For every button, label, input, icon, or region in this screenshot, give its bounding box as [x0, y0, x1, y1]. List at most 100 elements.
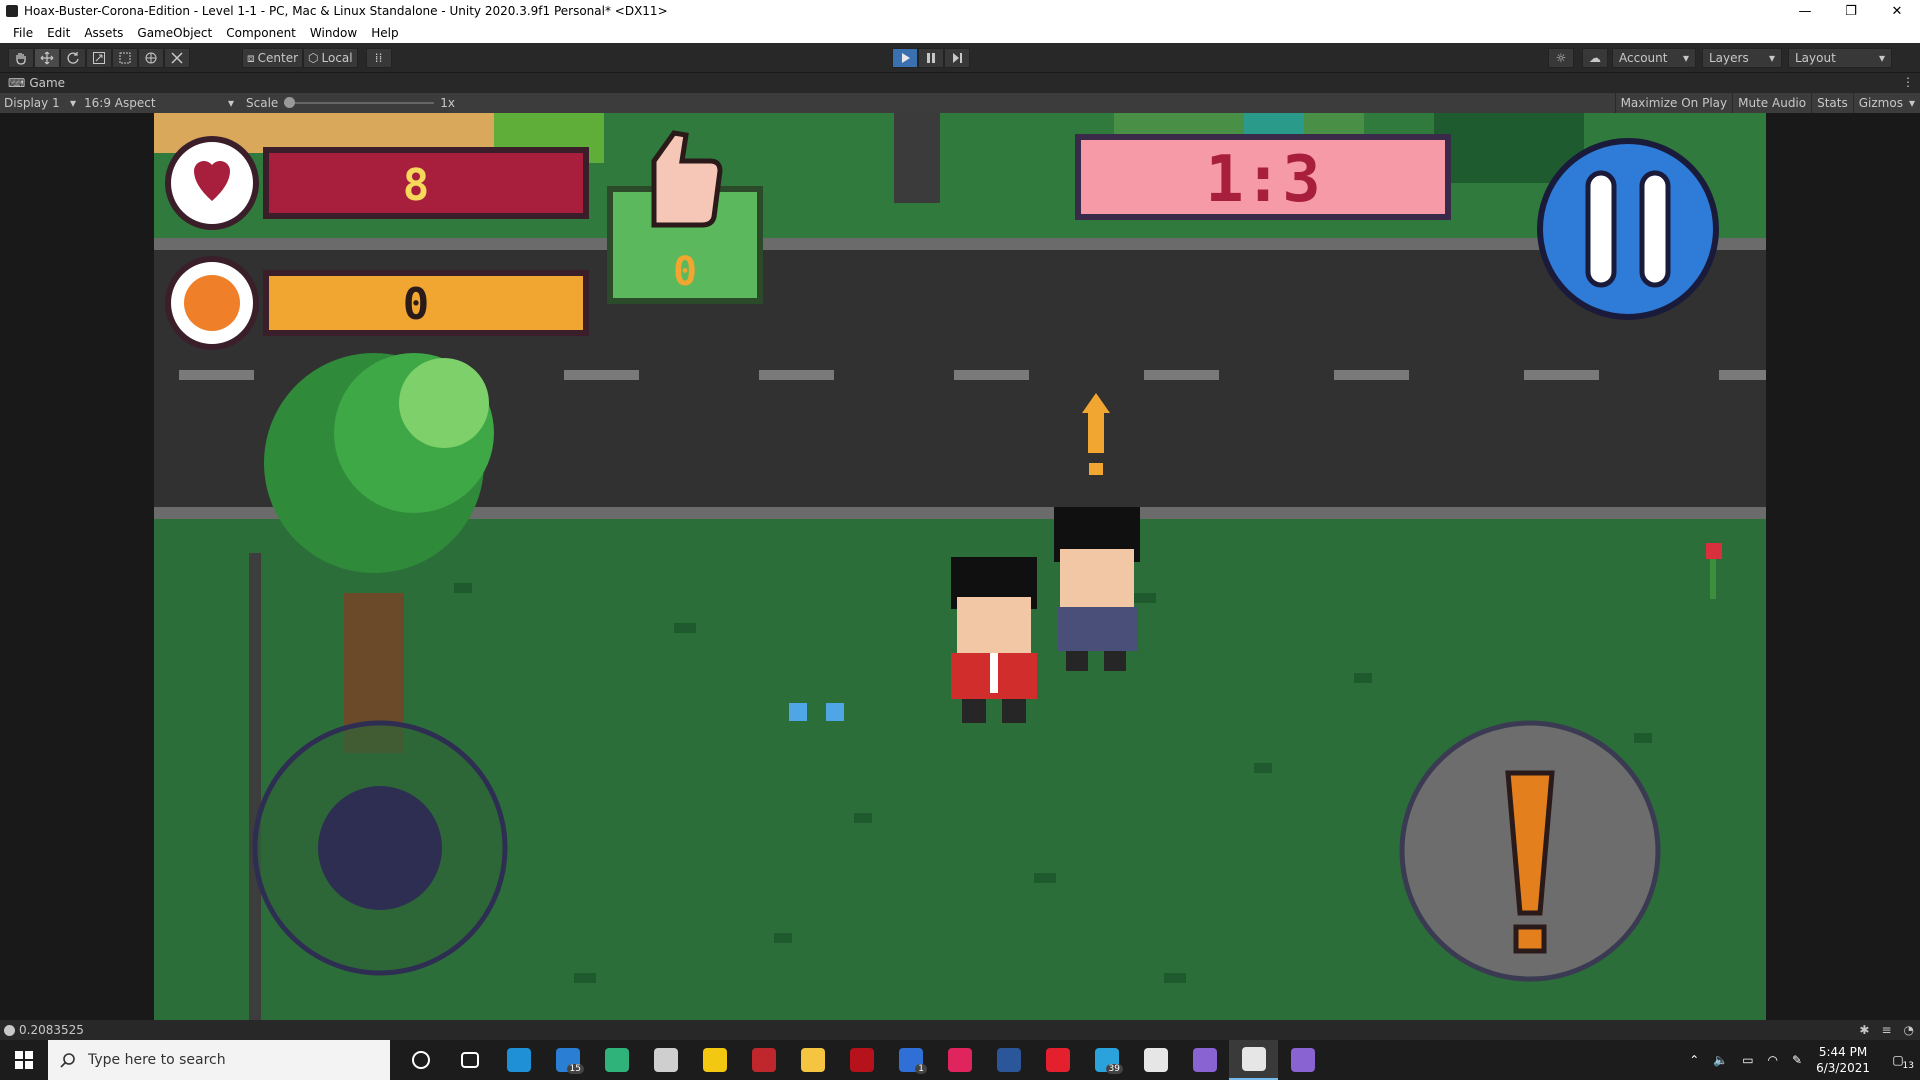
account-dropdown[interactable]: Account ▾ [1612, 48, 1696, 68]
taskbar-app-opera-gx[interactable] [935, 1040, 984, 1080]
mute-audio-toggle[interactable]: Mute Audio [1732, 93, 1811, 113]
minimize-button[interactable]: — [1782, 0, 1828, 22]
pivot-mode-button[interactable]: ⧈ Center [242, 48, 304, 68]
tab-game[interactable]: ⌨ Game [0, 73, 74, 93]
menu-component[interactable]: Component [219, 26, 303, 40]
scale-tool-button[interactable] [86, 48, 112, 68]
step-button[interactable] [944, 48, 970, 68]
clock[interactable]: 5:44 PM 6/3/2021 [1816, 1044, 1870, 1076]
game-canvas[interactable]: 8 0 0 1:3 [154, 113, 1766, 1020]
taskbar-app-store[interactable] [641, 1040, 690, 1080]
start-button[interactable] [0, 1040, 48, 1080]
taskbar-app-todo[interactable]: 1 [886, 1040, 935, 1080]
taskbar-app-sticky-notes[interactable] [690, 1040, 739, 1080]
layers-label: Layers [1709, 51, 1749, 65]
wifi-icon[interactable]: ◠ [1768, 1053, 1778, 1067]
custom-tool-button[interactable] [164, 48, 190, 68]
maximize-button[interactable]: ❐ [1828, 0, 1874, 22]
menu-help[interactable]: Help [364, 26, 405, 40]
volume-icon[interactable]: 🔈 [1713, 1053, 1728, 1067]
hand-tool-button[interactable] [8, 48, 34, 68]
menu-edit[interactable]: Edit [40, 26, 77, 40]
gitkraken-icon [604, 1048, 629, 1072]
rect-tool-button[interactable] [112, 48, 138, 68]
taskbar-search-box[interactable]: Type here to search [48, 1040, 390, 1080]
taskbar-app-task-view[interactable] [445, 1040, 494, 1080]
taskbar-app-opera[interactable] [1033, 1040, 1082, 1080]
notification-count: 13 [1902, 1061, 1914, 1071]
layers-dropdown[interactable]: Layers ▾ [1702, 48, 1782, 68]
aspect-label: 16:9 Aspect [84, 96, 156, 110]
action-button[interactable] [1399, 720, 1661, 982]
pause-button[interactable] [1537, 138, 1719, 320]
taskbar-app-gitkraken[interactable] [592, 1040, 641, 1080]
kebab-menu-icon[interactable]: ⋮ [1902, 75, 1914, 89]
taskbar-app-visual-studio[interactable] [1278, 1040, 1327, 1080]
file-explorer-icon [800, 1048, 825, 1072]
coin-icon [184, 275, 240, 331]
gizmos-label: Gizmos [1858, 96, 1903, 110]
menu-assets[interactable]: Assets [77, 26, 130, 40]
play-button[interactable] [892, 48, 918, 68]
taskbar-app-unity[interactable] [1229, 1040, 1278, 1080]
stack-icon[interactable]: ≡ [1881, 1023, 1891, 1037]
rect-icon [119, 52, 131, 64]
road-curb-top [154, 238, 1766, 250]
bug-icon[interactable]: ✱ [1859, 1023, 1869, 1037]
taskbar-app-cortana[interactable] [396, 1040, 445, 1080]
npc-character [1054, 507, 1140, 671]
battery-icon[interactable]: ▭ [1742, 1053, 1753, 1067]
taskbar-app-telegram[interactable]: 39 [1082, 1040, 1131, 1080]
scale-value: 1x [440, 96, 456, 110]
display-dropdown[interactable]: Display 1 ▾ [0, 96, 80, 110]
pause-editor-button[interactable] [918, 48, 944, 68]
gizmos-dropdown[interactable]: Gizmos ▾ [1852, 93, 1920, 113]
taskbar-app-github[interactable] [1180, 1040, 1229, 1080]
maximize-on-play-toggle[interactable]: Maximize On Play [1614, 93, 1733, 113]
progress-icon[interactable]: ◔ [1904, 1023, 1914, 1037]
action-center-button[interactable]: ▢ 13 [1884, 1053, 1914, 1071]
move-tool-button[interactable] [34, 48, 60, 68]
scale-slider[interactable] [284, 97, 435, 108]
taskbar-app-word[interactable] [984, 1040, 1033, 1080]
rotate-tool-button[interactable] [60, 48, 86, 68]
app-badge: 39 [1105, 1064, 1123, 1074]
chevron-down-icon: ▾ [1908, 96, 1915, 110]
transform-icon [145, 52, 157, 64]
taskbar-app-file-explorer[interactable] [788, 1040, 837, 1080]
pivot-rotation-button[interactable]: ⬡ Local [303, 48, 358, 68]
pen-icon[interactable]: ✎ [1792, 1053, 1802, 1067]
cloud-button[interactable]: ☁ [1582, 48, 1608, 68]
taskbar-app-app-red[interactable] [837, 1040, 886, 1080]
sun-icon: ☼ [1555, 51, 1567, 65]
menu-window[interactable]: Window [303, 26, 364, 40]
taskbar-app-edge[interactable] [494, 1040, 543, 1080]
taskbar-app-mail[interactable]: 15 [543, 1040, 592, 1080]
account-label: Account [1619, 51, 1668, 65]
move-icon [40, 51, 54, 65]
lamp-post [894, 113, 940, 203]
transform-tool-button[interactable] [138, 48, 164, 68]
window-title: Hoax-Buster-Corona-Edition - Level 1-1 -… [24, 4, 668, 18]
layout-label: Layout [1795, 51, 1836, 65]
layout-dropdown[interactable]: Layout ▾ [1788, 48, 1892, 68]
close-button[interactable]: ✕ [1874, 0, 1920, 22]
menu-gameobject[interactable]: GameObject [130, 26, 219, 40]
game-icon [751, 1048, 776, 1072]
scale-slider-handle[interactable] [284, 97, 296, 108]
menu-bar: File Edit Assets GameObject Component Wi… [0, 22, 1920, 43]
collab-button[interactable]: ☼ [1548, 48, 1574, 68]
grid-snap-button[interactable]: ⁞⁞ [365, 48, 392, 68]
taskbar-app-twitch[interactable] [1131, 1040, 1180, 1080]
hedge-top [1114, 113, 1364, 135]
virtual-joystick[interactable] [252, 720, 508, 976]
taskbar-app-game[interactable] [739, 1040, 788, 1080]
aspect-dropdown[interactable]: 16:9 Aspect ▾ [80, 96, 238, 110]
sticky-notes-icon [702, 1048, 727, 1072]
stats-toggle[interactable]: Stats [1811, 93, 1853, 113]
menu-file[interactable]: File [6, 26, 40, 40]
console-last-message[interactable]: 0.2083525 [19, 1023, 84, 1037]
editor-status-bar: 0.2083525 ✱ ≡ ◔ [0, 1020, 1920, 1040]
player-character [951, 557, 1037, 723]
chevron-up-icon[interactable]: ⌃ [1689, 1053, 1699, 1067]
